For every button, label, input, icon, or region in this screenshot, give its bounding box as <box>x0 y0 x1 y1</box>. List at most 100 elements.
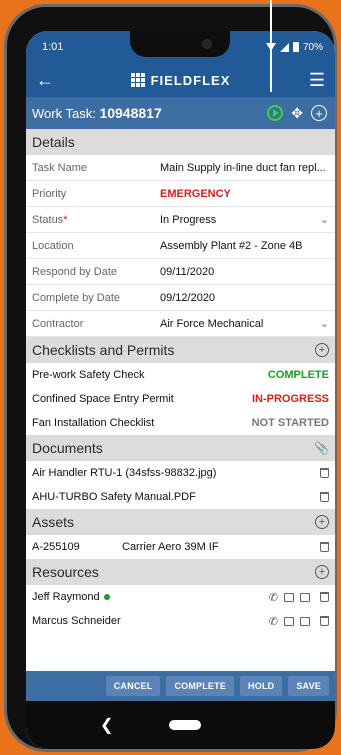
trash-icon[interactable] <box>320 492 329 502</box>
paperclip-icon[interactable]: 📎 <box>314 441 329 455</box>
timer-start-icon[interactable] <box>267 105 284 121</box>
detail-value: Main Supply in-line duct fan repl... <box>160 161 326 174</box>
trash-icon[interactable] <box>320 592 329 602</box>
detail-row-status[interactable]: Status* In Progress ⌄ <box>26 207 335 233</box>
status-select[interactable]: In Progress <box>160 214 316 226</box>
trash-icon[interactable] <box>320 616 329 626</box>
detail-row-location[interactable]: Location Assembly Plant #2 - Zone 4B <box>26 233 335 259</box>
document-name[interactable]: Air Handler RTU-1 (34sfss-98832.jpg) <box>32 467 316 479</box>
task-header: Work Task: 10948817 ✥ + <box>26 97 335 129</box>
resource-name-wrap: Jeff Raymond <box>32 591 269 603</box>
signal-icon <box>279 42 289 52</box>
online-status-dot <box>103 594 110 601</box>
save-button[interactable]: SAVE <box>288 676 329 696</box>
move-icon[interactable]: ✥ <box>291 105 303 122</box>
detail-label: Status* <box>32 214 160 226</box>
detail-row-task-name[interactable]: Task Name Main Supply in-line duct fan r… <box>26 155 335 181</box>
detail-label: Respond by Date <box>32 265 117 278</box>
logo-icon <box>130 73 145 87</box>
asset-id: A-255109 <box>32 541 80 553</box>
nav-back-icon[interactable]: ❮ <box>100 715 113 735</box>
documents-title: Documents <box>32 440 103 456</box>
task-number: 10948817 <box>99 105 162 121</box>
app-name: FIELDFLEX <box>150 72 231 88</box>
detail-value: 09/12/2020 <box>160 291 216 304</box>
email-icon[interactable] <box>300 616 310 626</box>
document-name[interactable]: AHU-TURBO Safety Manual.PDF <box>32 491 316 503</box>
document-item[interactable]: Air Handler RTU-1 (34sfss-98832.jpg) <box>26 461 335 485</box>
checklist-name: Pre-work Safety Check <box>32 369 145 381</box>
message-icon[interactable] <box>284 616 294 626</box>
assets-title: Assets <box>32 514 75 530</box>
status-icons: 70% <box>265 41 323 53</box>
status-badge: IN-PROGRESS <box>251 393 329 405</box>
detail-value: 09/11/2020 <box>160 265 215 278</box>
email-icon[interactable] <box>300 592 310 602</box>
battery-level: 70% <box>302 41 323 53</box>
resource-actions: ✆ <box>269 615 329 628</box>
checklist-name: Confined Space Entry Permit <box>32 393 174 405</box>
resource-item[interactable]: Marcus Schneider ✆ <box>26 609 335 633</box>
required-marker: * <box>63 213 68 226</box>
trash-icon[interactable] <box>320 468 329 478</box>
asset-item[interactable]: A-255109 Carrier Aero 39M IF <box>26 535 335 559</box>
phone-icon[interactable]: ✆ <box>269 615 278 628</box>
trash-icon[interactable] <box>320 542 329 552</box>
status-time: 1:01 <box>42 41 64 53</box>
add-resource-icon[interactable]: + <box>315 565 329 579</box>
hamburger-menu-icon[interactable]: ☰ <box>305 70 325 91</box>
detail-row-contractor[interactable]: Contractor Air Force Mechanical ⌄ <box>26 311 335 337</box>
detail-row-complete-date[interactable]: Complete by Date 09/12/2020 <box>26 285 335 311</box>
resources-section-header[interactable]: Resources + <box>26 559 335 585</box>
detail-label: Contractor <box>32 317 84 330</box>
phone-icon[interactable]: ✆ <box>269 591 278 604</box>
resource-actions: ✆ <box>269 591 329 604</box>
annotation-line <box>270 0 272 92</box>
resource-item[interactable]: Jeff Raymond ✆ <box>26 585 335 609</box>
back-arrow-icon[interactable]: ← <box>36 70 56 91</box>
add-circle-icon[interactable]: + <box>311 105 327 121</box>
detail-label: Complete by Date <box>32 291 121 304</box>
add-asset-icon[interactable]: + <box>315 515 329 529</box>
document-item[interactable]: AHU-TURBO Safety Manual.PDF <box>26 485 335 509</box>
details-section-header[interactable]: Details <box>26 129 335 155</box>
detail-label: Task Name <box>32 161 88 174</box>
detail-row-respond-date[interactable]: Respond by Date 09/11/2020 <box>26 259 335 285</box>
resource-name: Marcus Schneider <box>32 615 121 627</box>
camera-icon <box>202 39 212 49</box>
add-checklist-icon[interactable]: + <box>315 343 329 357</box>
detail-label: Priority <box>32 187 67 200</box>
task-label: Work Task: <box>32 106 96 121</box>
checklists-title: Checklists and Permits <box>32 342 175 358</box>
details-title: Details <box>32 134 75 150</box>
camera-notch <box>130 31 230 57</box>
detail-value: Assembly Plant #2 - Zone 4B <box>160 239 303 252</box>
task-actions: ✥ + <box>267 105 327 122</box>
status-badge: COMPLETE <box>267 369 329 381</box>
app-logo: FIELDFLEX <box>130 72 231 88</box>
battery-icon <box>292 42 299 52</box>
status-badge: NOT STARTED <box>251 417 329 429</box>
detail-row-priority[interactable]: Priority EMERGENCY <box>26 181 335 207</box>
priority-value: EMERGENCY <box>160 187 231 200</box>
system-nav-bar: ❮ <box>26 701 335 749</box>
checklists-section-header[interactable]: Checklists and Permits + <box>26 337 335 363</box>
nav-home-icon[interactable] <box>169 720 202 730</box>
resource-name: Jeff Raymond <box>32 591 100 603</box>
checklist-item[interactable]: Confined Space Entry Permit IN-PROGRESS <box>26 387 335 411</box>
documents-section-header[interactable]: Documents 📎 <box>26 435 335 461</box>
complete-button[interactable]: COMPLETE <box>166 676 235 696</box>
cancel-button[interactable]: CANCEL <box>105 676 161 696</box>
hold-button[interactable]: HOLD <box>240 676 283 696</box>
asset-name: Carrier Aero 39M IF <box>122 541 219 553</box>
assets-section-header[interactable]: Assets + <box>26 509 335 535</box>
contractor-select[interactable]: Air Force Mechanical <box>160 318 316 330</box>
phone-frame: 1:01 70% ← FIELDFLEX ☰ Work Task: 109488… <box>4 4 337 752</box>
chevron-down-icon[interactable]: ⌄ <box>320 317 329 330</box>
app-header: ← FIELDFLEX ☰ <box>26 63 335 97</box>
checklist-item[interactable]: Fan Installation Checklist NOT STARTED <box>26 411 335 435</box>
checklist-item[interactable]: Pre-work Safety Check COMPLETE <box>26 363 335 387</box>
message-icon[interactable] <box>284 592 294 602</box>
task-title: Work Task: 10948817 <box>32 105 162 121</box>
chevron-down-icon[interactable]: ⌄ <box>320 213 329 226</box>
